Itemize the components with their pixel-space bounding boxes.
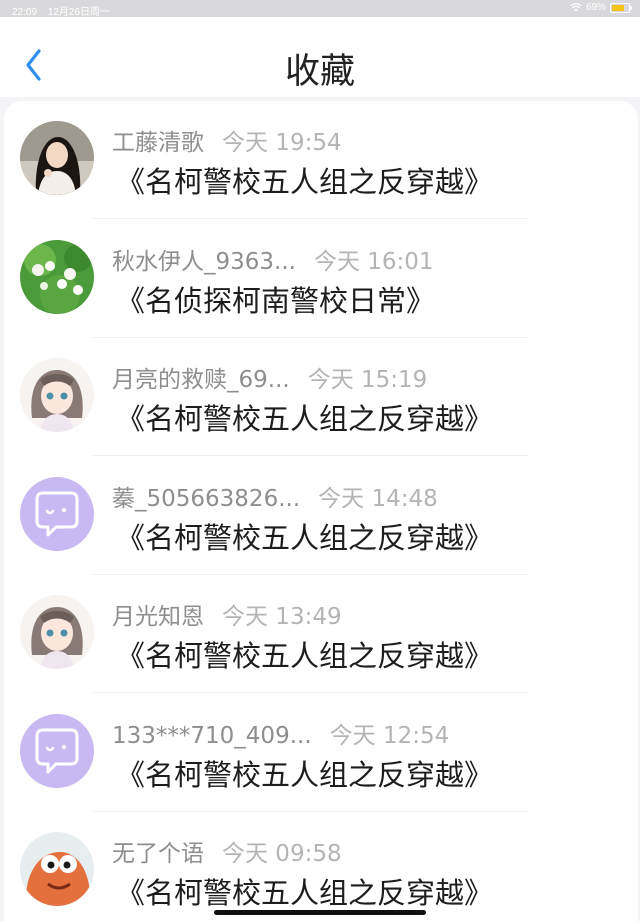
battery-icon — [610, 2, 632, 13]
list-item[interactable]: 蓁_505663826... 今天 14:48 《名柯警校五人组之反穿越》 — [4, 457, 638, 575]
battery-percent: 69% — [585, 2, 606, 13]
meta-line: 秋水伊人_9363... 今天 16:01 — [112, 242, 434, 276]
status-bar: 22:09 12月26日周一 69% — [0, 0, 640, 18]
chat-bubble-avatar[interactable] — [20, 476, 94, 551]
book-title[interactable]: 《名柯警校五人组之反穿越》 — [116, 159, 493, 201]
user-name[interactable]: 蓁_505663826... — [112, 486, 300, 512]
list-item[interactable]: 无了个语 今天 09:58 《名柯警校五人组之反穿越》 — [4, 812, 638, 921]
list-item[interactable]: 月光知恩 今天 13:49 《名柯警校五人组之反穿越》 — [4, 575, 638, 693]
nav-bar: 收藏 — [0, 17, 640, 97]
meta-line: 蓁_505663826... 今天 14:48 — [112, 479, 438, 513]
battery-fill — [612, 4, 624, 11]
chat-bubble-avatar[interactable] — [20, 713, 94, 788]
book-title[interactable]: 《名柯警校五人组之反穿越》 — [116, 396, 493, 438]
status-left: 22:09 12月26日周一 — [12, 3, 118, 18]
list-item[interactable]: 工藤清歌 今天 19:54 《名柯警校五人组之反穿越》 — [4, 101, 638, 219]
favorites-list: 工藤清歌 今天 19:54 《名柯警校五人组之反穿越》 秋水伊人_9363... 今天… — [4, 101, 638, 921]
user-name[interactable]: 秋水伊人_9363... — [112, 249, 296, 275]
book-title[interactable]: 《名柯警校五人组之反穿越》 — [116, 870, 493, 912]
meta-line: 无了个语 今天 09:58 — [112, 834, 342, 868]
user-name[interactable]: 月亮的救赎_69... — [112, 367, 290, 393]
home-indicator[interactable] — [214, 910, 426, 915]
user-name[interactable]: 工藤清歌 — [112, 130, 204, 156]
user-name[interactable]: 无了个语 — [112, 841, 204, 867]
wifi-icon — [570, 3, 582, 12]
status-right: 69% — [570, 2, 632, 13]
list-item[interactable]: 133***710_409... 今天 12:54 《名柯警校五人组之反穿越》 — [4, 694, 638, 812]
meta-line: 月光知恩 今天 13:49 — [112, 597, 342, 631]
meta-line: 月亮的救赎_69... 今天 15:19 — [112, 360, 427, 394]
book-title[interactable]: 《名柯警校五人组之反穿越》 — [116, 515, 493, 557]
book-title[interactable]: 《名柯警校五人组之反穿越》 — [116, 752, 493, 794]
list-item[interactable]: 月亮的救赎_69... 今天 15:19 《名柯警校五人组之反穿越》 — [4, 338, 638, 456]
book-title[interactable]: 《名侦探柯南警校日常》 — [116, 278, 435, 320]
meta-line: 133***710_409... 今天 12:54 — [112, 716, 449, 750]
timestamp: 今天 15:19 — [307, 367, 428, 393]
book-title[interactable]: 《名柯警校五人组之反穿越》 — [116, 633, 493, 675]
patrick-star-avatar[interactable] — [20, 832, 94, 906]
timestamp: 今天 16:01 — [313, 248, 434, 275]
meta-line: 工藤清歌 今天 19:54 — [112, 123, 342, 157]
timestamp: 今天 12:54 — [329, 722, 450, 749]
anime-girl-avatar[interactable] — [20, 358, 94, 432]
timestamp: 今天 14:48 — [318, 485, 438, 512]
timestamp: 今天 13:49 — [222, 604, 342, 630]
page-title: 收藏 — [284, 52, 355, 92]
user-name[interactable]: 133***710_409... — [112, 723, 312, 749]
anime-girl-avatar[interactable] — [20, 595, 94, 669]
list-item[interactable]: 秋水伊人_9363... 今天 16:01 《名侦探柯南警校日常》 — [4, 220, 638, 338]
user-name[interactable]: 月光知恩 — [112, 604, 204, 630]
timestamp: 今天 19:54 — [222, 130, 342, 156]
flowers-avatar[interactable] — [20, 239, 94, 314]
photo-girl-avatar[interactable] — [20, 121, 94, 195]
timestamp: 今天 09:58 — [222, 841, 342, 867]
